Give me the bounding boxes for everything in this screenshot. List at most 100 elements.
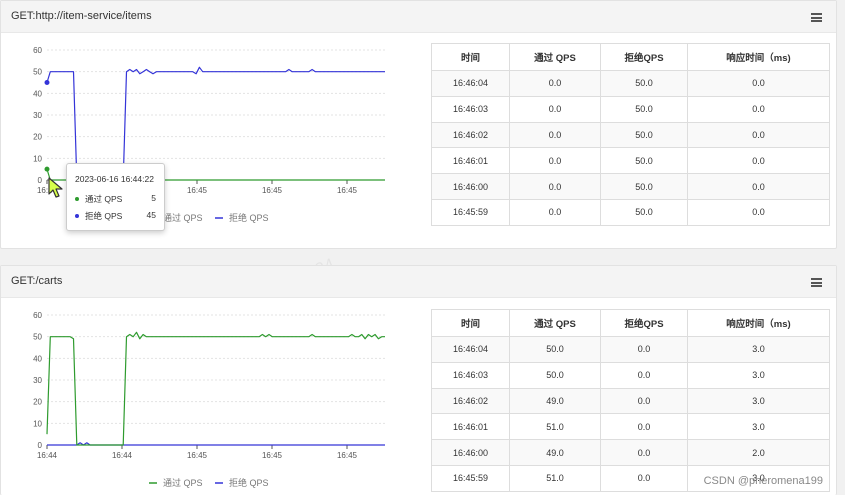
table-cell: 50.0 [600,121,688,149]
table-cell: 0.0 [687,198,830,226]
column-header-pass-qps: 通过 QPS [509,43,601,71]
qps-table: 时间 通过 QPS 拒绝QPS 响应时间（ms) 16:46:04 0.0 50… [431,43,830,226]
qps-table: 时间 通过 QPS 拒绝QPS 响应时间（ms) 16:46:04 50.0 0… [431,309,830,492]
table-row: 16:46:01 0.0 50.0 0.0 [431,147,830,175]
column-header-pass-qps: 通过 QPS [509,309,601,337]
hover-point [44,166,50,172]
x-tick-label: 16:45 [187,186,208,195]
table-cell: 51.0 [509,464,601,492]
table-cell: 3.0 [687,413,830,441]
y-tick-label: 50 [33,333,42,342]
table-cell: 2.0 [687,439,830,466]
tooltip-series-name: 拒绝 QPS [85,211,123,221]
resource-panel-carts: GET:/carts 0 10 20 30 40 50 60 16:44 16:44 16:45 1… [0,265,837,495]
panel-title: GET:http://item-service/items [11,10,152,22]
y-tick-label: 50 [33,68,42,77]
x-tick-label: 16:44 [37,451,58,460]
table-row: 16:46:03 50.0 0.0 3.0 [431,361,830,389]
table-cell: 0.0 [509,198,601,226]
y-tick-label: 20 [33,398,42,407]
y-tick-label: 10 [33,154,42,163]
table-row: 16:46:03 0.0 50.0 0.0 [431,95,830,123]
panel-header: GET:http://item-service/items [1,1,836,33]
table-cell: 16:46:03 [431,361,510,389]
legend-label: 拒绝 QPS [229,212,269,223]
table-cell: 16:45:59 [431,464,510,492]
hamburger-icon[interactable] [811,278,822,287]
table-cell: 50.0 [509,336,601,363]
table-row: 16:46:00 0.0 50.0 0.0 [431,173,830,200]
table-cell: 0.0 [687,70,830,97]
table-cell: 3.0 [687,336,830,363]
tooltip-row-pass: 通过 QPS 5 [75,193,156,205]
table-cell: 16:46:00 [431,173,510,200]
table-cell: 0.0 [687,95,830,123]
tooltip-title: 2023-06-16 16:44:22 [75,174,154,184]
column-header-response-time: 响应时间（ms) [687,43,830,71]
table-cell: 50.0 [600,173,688,200]
table-cell: 0.0 [509,147,601,175]
x-tick-label: 16:45 [337,186,358,195]
x-tick-label: 16:45 [337,451,358,460]
panel-header: GET:/carts [1,266,836,298]
table-cell: 49.0 [509,387,601,415]
table-cell: 0.0 [600,464,688,492]
table-cell: 16:46:02 [431,387,510,415]
y-tick-label: 60 [33,311,42,320]
table-cell: 0.0 [509,95,601,123]
y-tick-label: 40 [33,89,42,98]
table-row: 16:45:59 0.0 50.0 0.0 [431,198,830,226]
block-dot-icon [75,214,79,218]
table-row: 16:46:02 49.0 0.0 3.0 [431,387,830,415]
panel-title: GET:/carts [11,275,63,287]
table-cell: 50.0 [600,147,688,175]
table-cell: 49.0 [509,439,601,466]
tooltip-series-value: 45 [146,210,156,220]
x-tick-label: 16:45 [262,186,283,195]
table-cell: 50.0 [600,95,688,123]
table-cell: 16:46:04 [431,336,510,363]
y-tick-label: 30 [33,111,42,120]
hamburger-icon[interactable] [811,13,822,22]
column-header-time: 时间 [431,43,510,71]
tooltip-series-value: 5 [151,193,156,203]
x-tick-label: 16:44 [112,451,133,460]
x-tick-label: 16:45 [187,451,208,460]
y-tick-label: 0 [38,441,43,450]
column-header-response-time: 响应时间（ms) [687,309,830,337]
legend-label: 拒绝 QPS [229,477,269,488]
footer-credit: CSDN @pheromena199 [703,475,823,487]
y-tick-label: 10 [33,419,42,428]
series-line-pass [46,331,385,446]
y-tick-label: 40 [33,354,42,363]
table-cell: 0.0 [509,173,601,200]
y-tick-label: 60 [33,46,42,55]
table-cell: 0.0 [687,147,830,175]
y-tick-label: 30 [33,376,42,385]
table-cell: 16:46:00 [431,439,510,466]
table-cell: 16:46:03 [431,95,510,123]
table-cell: 0.0 [509,121,601,149]
column-header-time: 时间 [431,309,510,337]
hover-point [44,80,50,85]
table-cell: 3.0 [687,387,830,415]
table-cell: 0.0 [687,121,830,149]
table-cell: 0.0 [600,361,688,389]
table-cell: 16:46:01 [431,147,510,175]
table-cell: 0.0 [600,413,688,441]
column-header-block-qps: 拒绝QPS [600,309,688,337]
table-cell: 50.0 [600,70,688,97]
table-cell: 16:46:02 [431,121,510,149]
table-cell: 16:46:01 [431,413,510,441]
y-tick-label: 0 [38,176,43,185]
column-header-block-qps: 拒绝QPS [600,43,688,71]
table-cell: 3.0 [687,361,830,389]
legend-label: 通过 QPS [163,477,203,488]
legend-label: 通过 QPS [163,212,203,223]
table-row: 16:46:04 50.0 0.0 3.0 [431,336,830,363]
table-cell: 0.0 [600,336,688,363]
tooltip-row-block: 拒绝 QPS 45 [75,210,156,222]
table-cell: 0.0 [509,70,601,97]
table-row: 16:46:04 0.0 50.0 0.0 [431,70,830,97]
table-cell: 16:46:04 [431,70,510,97]
